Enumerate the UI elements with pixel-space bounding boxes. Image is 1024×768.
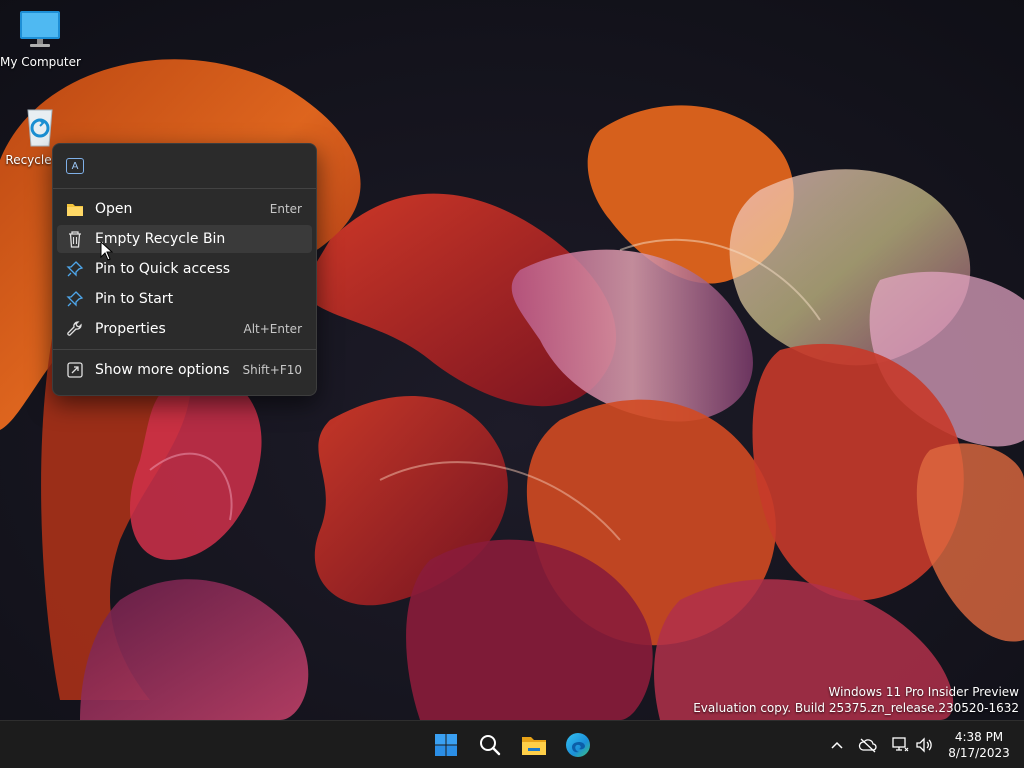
expand-icon: [66, 361, 84, 379]
menu-item-label: Open: [95, 201, 133, 217]
context-menu-quick-actions: A: [53, 144, 316, 188]
edge-button[interactable]: [560, 727, 596, 763]
menu-item-pin-to-start[interactable]: Pin to Start: [57, 285, 312, 313]
search-button[interactable]: [472, 727, 508, 763]
cloud-offline-icon: [858, 738, 877, 753]
windows-logo-icon: [435, 734, 457, 756]
menu-item-label: Show more options: [95, 362, 230, 378]
start-button[interactable]: [428, 727, 464, 763]
clock-date: 8/17/2023: [948, 746, 1010, 760]
trash-icon: [66, 230, 84, 248]
clock-time: 4:38 PM: [954, 730, 1004, 744]
context-menu: A Open Enter Empty Recycle Bin Pin to Qu…: [52, 143, 317, 396]
menu-item-open[interactable]: Open Enter: [57, 195, 312, 223]
menu-item-show-more-options[interactable]: Show more options Shift+F10: [57, 356, 312, 384]
desktop-icon-label: My Computer: [0, 55, 81, 69]
desktop-icon-my-computer[interactable]: My Computer: [0, 8, 81, 69]
recycle-bin-icon: [27, 109, 53, 147]
wrench-icon: [66, 320, 84, 338]
folder-icon: [66, 200, 84, 218]
show-hidden-icons-button[interactable]: [827, 735, 847, 755]
menu-item-shortcut: Shift+F10: [242, 363, 302, 377]
pin-icon: [66, 260, 84, 278]
menu-item-label: Properties: [95, 321, 166, 337]
taskbar-clock[interactable]: 4:38 PM 8/17/2023: [944, 729, 1014, 761]
search-icon: [480, 735, 501, 756]
menu-item-shortcut: Enter: [269, 202, 302, 216]
edge-icon: [566, 733, 590, 757]
volume-icon: [916, 737, 932, 753]
monitor-icon: [20, 11, 60, 47]
watermark-line: Evaluation copy. Build 25375.zn_release.…: [693, 701, 1019, 715]
network-button[interactable]: [890, 735, 910, 755]
evaluation-watermark: Windows 11 Pro Insider Preview Evaluatio…: [693, 684, 1019, 716]
menu-item-label: Pin to Start: [95, 291, 174, 307]
file-explorer-button[interactable]: [516, 727, 552, 763]
menu-item-label: Empty Recycle Bin: [95, 231, 226, 247]
chevron-up-icon: [831, 741, 843, 749]
ai-chip-icon[interactable]: A: [66, 158, 84, 174]
mouse-cursor-icon: [100, 241, 114, 261]
menu-item-shortcut: Alt+Enter: [243, 322, 302, 336]
watermark-line: Windows 11 Pro Insider Preview: [828, 685, 1019, 699]
taskbar: 4:38 PM 8/17/2023: [0, 720, 1024, 768]
menu-item-empty-recycle-bin[interactable]: Empty Recycle Bin: [57, 225, 312, 253]
pin-icon: [66, 290, 84, 308]
menu-item-label: Pin to Quick access: [95, 261, 231, 277]
folder-icon: [522, 737, 546, 755]
network-icon: [892, 737, 909, 752]
menu-item-properties[interactable]: Properties Alt+Enter: [57, 315, 312, 343]
onedrive-button[interactable]: [858, 735, 878, 755]
volume-button[interactable]: [914, 735, 934, 755]
menu-item-pin-to-quick-access[interactable]: Pin to Quick access: [57, 255, 312, 283]
